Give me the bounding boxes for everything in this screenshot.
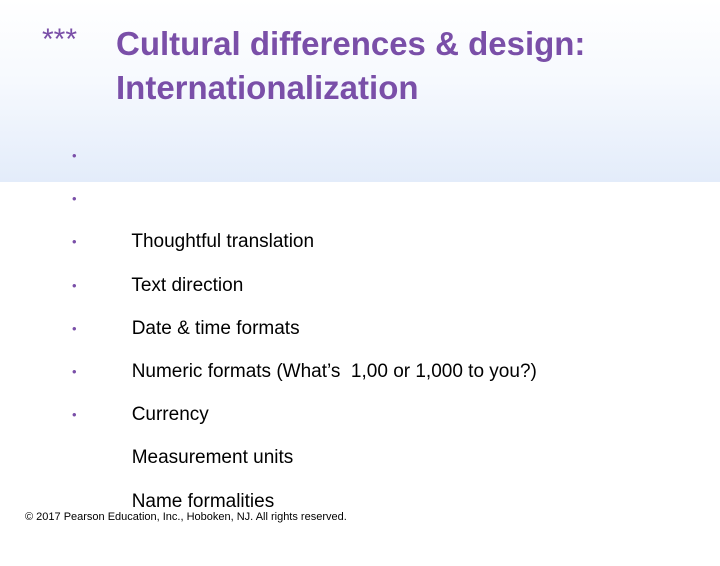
bullet-text: Measurement units [131, 447, 294, 469]
slide: *** Cultural differences & design: Inter… [0, 0, 720, 540]
bullet-item: • Date & time formats [72, 220, 537, 338]
bullet-text: Name formalities [131, 490, 275, 512]
bullet-icon: • [72, 277, 77, 293]
bullet-icon: • [72, 148, 77, 163]
bullet-icon: • [72, 320, 77, 336]
slide-title: Cultural differences & design: Internati… [116, 22, 706, 110]
bullet-icon: • [72, 191, 77, 207]
bullet-icon: • [72, 363, 77, 379]
copyright-footer: © 2017 Pearson Education, Inc., Hoboken,… [25, 511, 347, 523]
bullet-item: • Thoughtful translation [72, 134, 537, 252]
title-marker: *** [42, 23, 78, 56]
bullet-item: • Name formalities [72, 393, 537, 511]
slide-title-line-2: Internationalization [116, 69, 419, 106]
bullet-icon: • [72, 234, 77, 250]
slide-title-line-1: Cultural differences & design: [116, 25, 586, 62]
bullet-item: • Currency [72, 307, 537, 425]
bullet-item: • Numeric formats (What’s 1,00 or 1,000 … [72, 264, 537, 382]
bullet-icon: • [72, 407, 77, 423]
bullet-list: • Thoughtful translation • Text directio… [72, 134, 537, 512]
bullet-item: • Text direction [72, 177, 537, 295]
bullet-item: • Measurement units [72, 350, 537, 468]
